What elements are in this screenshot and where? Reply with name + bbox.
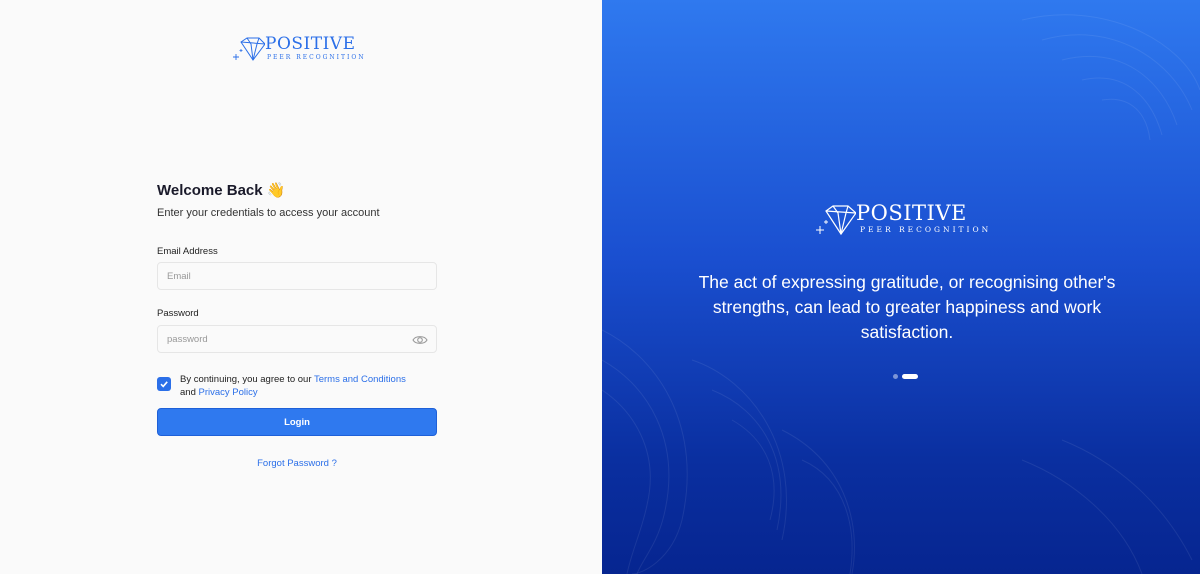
hero-quote: The act of expressing gratitude, or reco… <box>698 272 1116 342</box>
carousel-dot-1[interactable] <box>893 374 898 379</box>
carousel-indicators <box>893 374 918 379</box>
diamond-icon <box>233 37 265 61</box>
login-button[interactable]: Login <box>157 408 437 436</box>
hero-brand-logo: POSITIVE PEER RECOGNITION <box>816 203 991 239</box>
email-field[interactable] <box>158 263 436 289</box>
email-field-box <box>157 262 437 290</box>
password-field[interactable] <box>158 326 436 352</box>
email-label: Email Address <box>157 246 218 257</box>
terms-link[interactable]: Terms and Conditions <box>314 374 406 385</box>
page-title: Welcome Back 👋 <box>157 182 286 199</box>
brand-name: POSITIVE <box>265 34 356 54</box>
page-subtitle: Enter your credentials to access your ac… <box>157 207 380 219</box>
diamond-icon <box>816 205 856 236</box>
hero-brand-tagline: PEER RECOGNITION <box>860 225 992 234</box>
agree-checkbox[interactable] <box>157 377 171 391</box>
password-field-box <box>157 325 437 353</box>
forgot-password-link[interactable]: Forgot Password ? <box>157 458 437 469</box>
hero-brand-name: POSITIVE <box>856 201 967 225</box>
privacy-link[interactable]: Privacy Policy <box>199 387 258 398</box>
password-label: Password <box>157 308 199 319</box>
checkmark-icon <box>160 381 168 388</box>
carousel-dot-2[interactable] <box>902 374 918 379</box>
terms-text: By continuing, you agree to our Terms an… <box>180 373 406 399</box>
eye-icon[interactable] <box>412 333 428 347</box>
and-text: and <box>180 387 196 398</box>
agree-text: By continuing, you agree to our <box>180 374 312 385</box>
brand-tagline: PEER RECOGNITION <box>267 54 366 61</box>
brand-logo: POSITIVE PEER RECOGNITION <box>233 36 366 64</box>
